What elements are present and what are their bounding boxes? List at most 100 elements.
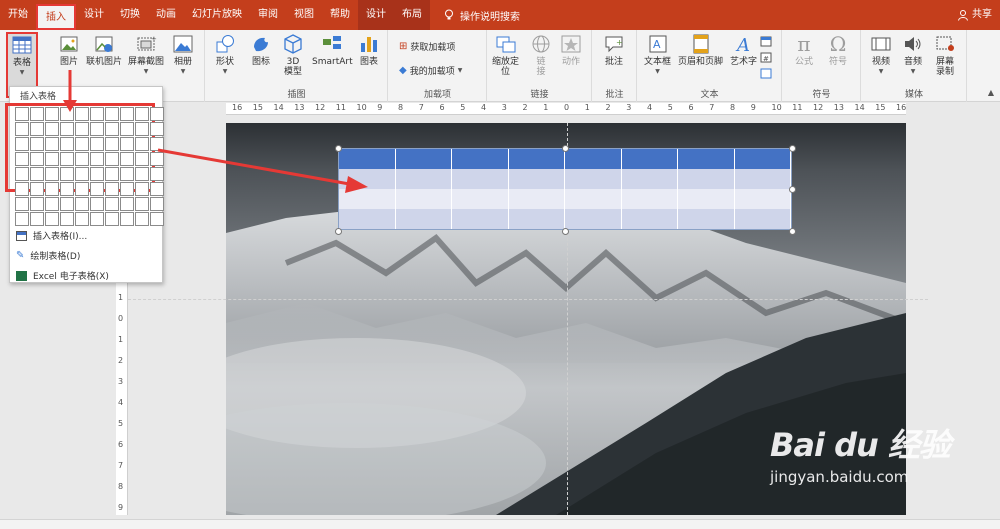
table-cell[interactable] [621, 149, 679, 169]
table-cell[interactable] [734, 149, 792, 169]
action-button[interactable]: 动作 [560, 33, 582, 67]
tab-review[interactable]: 审阅 [250, 0, 286, 30]
object-icon[interactable] [760, 68, 772, 79]
grid-cell[interactable] [75, 167, 89, 181]
grid-cell[interactable] [105, 167, 119, 181]
grid-cell[interactable] [135, 212, 149, 226]
table-cell[interactable] [621, 209, 679, 229]
table-cell[interactable] [564, 169, 622, 189]
table-grid[interactable] [339, 149, 792, 229]
tab-insert[interactable]: 插入 [36, 4, 76, 30]
grid-cell[interactable] [150, 137, 164, 151]
grid-cell[interactable] [120, 212, 134, 226]
grid-cell[interactable] [45, 197, 59, 211]
tab-table-design[interactable]: 设计 [358, 0, 394, 30]
video-button[interactable]: 视频 ▼ [870, 33, 892, 77]
grid-cell[interactable] [135, 137, 149, 151]
grid-cell[interactable] [90, 122, 104, 136]
grid-cell[interactable] [120, 137, 134, 151]
table-cell[interactable] [508, 209, 566, 229]
grid-cell[interactable] [45, 167, 59, 181]
grid-cell[interactable] [60, 212, 74, 226]
get-addins-button[interactable]: ⊞ 获取加载项 [399, 40, 455, 53]
table-cell[interactable] [508, 149, 566, 169]
table-cell[interactable] [339, 149, 396, 169]
table-cell[interactable] [677, 209, 735, 229]
grid-cell[interactable] [60, 122, 74, 136]
table-cell[interactable] [564, 149, 622, 169]
table-cell[interactable] [339, 169, 396, 189]
grid-cell[interactable] [135, 122, 149, 136]
audio-button[interactable]: 音频 ▼ [902, 33, 924, 77]
resize-handle-bottom-left[interactable] [335, 228, 342, 235]
link-button[interactable]: 链 接 [530, 33, 552, 77]
table-cell[interactable] [564, 189, 622, 209]
icons-button[interactable]: 图标 [250, 33, 272, 67]
comment-button[interactable]: + 批注 [603, 33, 625, 67]
grid-cell[interactable] [90, 152, 104, 166]
inserted-table[interactable] [338, 148, 792, 230]
grid-cell[interactable] [45, 212, 59, 226]
grid-cell[interactable] [15, 107, 29, 121]
grid-cell[interactable] [60, 197, 74, 211]
grid-cell[interactable] [30, 152, 44, 166]
screenshot-button[interactable]: + 屏幕截图 ▼ [128, 33, 164, 77]
resize-handle-top-right[interactable] [789, 145, 796, 152]
equation-button[interactable]: π 公式 [793, 33, 815, 67]
grid-cell[interactable] [75, 152, 89, 166]
grid-cell[interactable] [150, 122, 164, 136]
grid-cell[interactable] [60, 167, 74, 181]
tab-table-layout[interactable]: 布局 [394, 0, 430, 30]
tab-slideshow[interactable]: 幻灯片放映 [184, 0, 250, 30]
grid-cell[interactable] [15, 212, 29, 226]
tab-help[interactable]: 帮助 [322, 0, 358, 30]
picture-button[interactable]: 图片 [58, 33, 80, 67]
table-cell[interactable] [395, 209, 453, 229]
grid-cell[interactable] [120, 122, 134, 136]
grid-cell[interactable] [135, 197, 149, 211]
smartart-button[interactable]: SmartArt [312, 33, 353, 67]
date-time-icon[interactable] [760, 36, 772, 47]
grid-cell[interactable] [30, 107, 44, 121]
menu-item-insert-table[interactable]: 插入表格(I)... [16, 229, 87, 242]
grid-cell[interactable] [60, 152, 74, 166]
grid-cell[interactable] [90, 167, 104, 181]
table-cell[interactable] [677, 189, 735, 209]
menu-item-excel-table[interactable]: Excel 电子表格(X) [16, 269, 109, 282]
grid-cell[interactable] [135, 182, 149, 196]
grid-cell[interactable] [60, 107, 74, 121]
grid-cell[interactable] [75, 182, 89, 196]
grid-cell[interactable] [75, 122, 89, 136]
grid-cell[interactable] [90, 107, 104, 121]
table-cell[interactable] [621, 169, 679, 189]
album-button[interactable]: 相册 ▼ [172, 33, 194, 77]
table-cell[interactable] [734, 169, 792, 189]
grid-cell[interactable] [120, 197, 134, 211]
grid-cell[interactable] [150, 152, 164, 166]
grid-cell[interactable] [120, 167, 134, 181]
grid-cell[interactable] [45, 152, 59, 166]
tab-design[interactable]: 设计 [76, 0, 112, 30]
table-cell[interactable] [508, 189, 566, 209]
my-addins-button[interactable]: ◆ 我的加载项 ▼ [399, 64, 462, 77]
grid-cell[interactable] [15, 137, 29, 151]
grid-cell[interactable] [75, 137, 89, 151]
grid-cell[interactable] [30, 122, 44, 136]
tab-transitions[interactable]: 切换 [112, 0, 148, 30]
table-cell[interactable] [451, 169, 509, 189]
grid-cell[interactable] [90, 197, 104, 211]
grid-cell[interactable] [60, 137, 74, 151]
table-cell[interactable] [508, 169, 566, 189]
grid-cell[interactable] [45, 107, 59, 121]
chart-button[interactable]: 图表 [358, 33, 380, 67]
grid-cell[interactable] [150, 167, 164, 181]
grid-cell[interactable] [15, 122, 29, 136]
grid-cell[interactable] [45, 182, 59, 196]
grid-cell[interactable] [105, 137, 119, 151]
zoom-button[interactable]: 缩放定 位 [492, 33, 519, 77]
grid-cell[interactable] [105, 122, 119, 136]
collapse-ribbon-icon[interactable]: ▲ [988, 88, 994, 97]
table-cell[interactable] [734, 189, 792, 209]
grid-cell[interactable] [45, 122, 59, 136]
wordart-button[interactable]: A 艺术字 [730, 33, 757, 67]
